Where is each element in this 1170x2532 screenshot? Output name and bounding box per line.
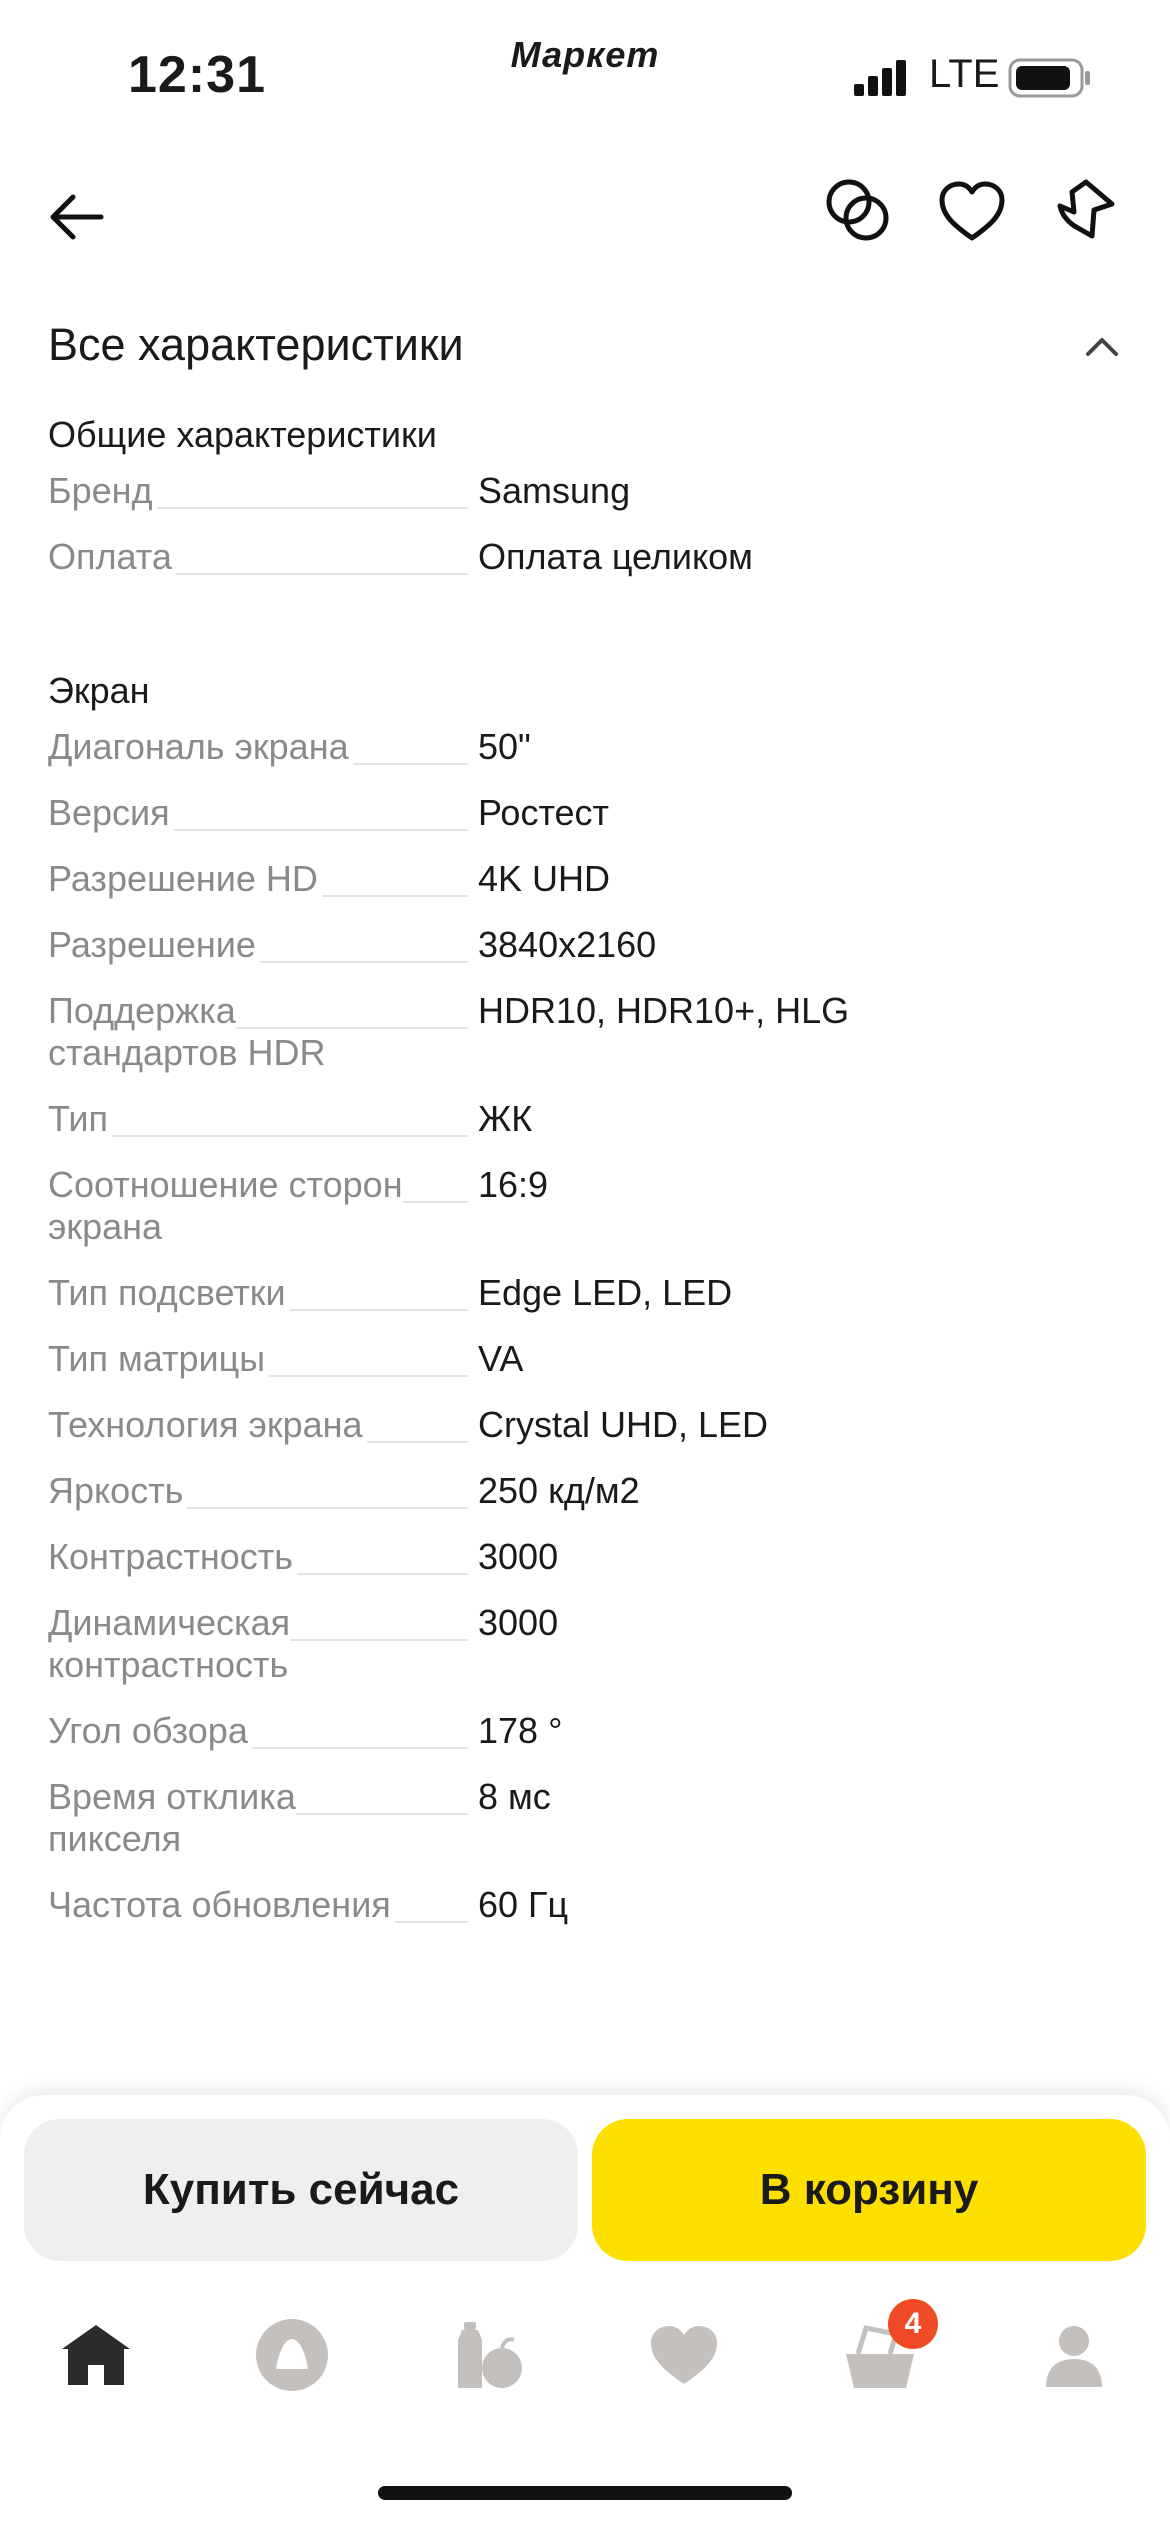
- share-icon[interactable]: [1046, 172, 1122, 248]
- spec-value: 3840x2160: [478, 924, 657, 965]
- back-arrow-icon[interactable]: [40, 180, 114, 254]
- spec-value: 60 Гц: [478, 1884, 569, 1925]
- spec-key: Диагональ экрана: [48, 726, 468, 768]
- product-specs-screen: 12:31 Маркет LTE Все характеристики Общи…: [0, 0, 1170, 2532]
- specs-content: Все характеристики Общие характеристики …: [0, 270, 1170, 2095]
- tab-bar: 4: [0, 2299, 1170, 2415]
- cart-badge: 4: [888, 2299, 938, 2349]
- bottom-action-panel: Купить сейчас В корзину 4: [0, 2095, 1170, 2532]
- spec-value: 16:9: [478, 1164, 549, 1205]
- status-bar: 12:31 Маркет LTE: [0, 0, 1170, 140]
- spec-value: Ростест: [478, 792, 610, 833]
- spec-key: Соотношение сторон экрана: [48, 1164, 403, 1247]
- home-indicator[interactable]: [378, 2486, 792, 2500]
- spec-row: Версия Ростест: [48, 792, 1122, 834]
- tab-cart[interactable]: 4: [830, 2299, 938, 2405]
- favorites-icon: [651, 2326, 717, 2384]
- spec-key: Динамическая контрастность: [48, 1602, 348, 1686]
- spec-value: VA: [478, 1338, 524, 1379]
- group-title: Экран: [48, 670, 150, 711]
- spec-value: 3000: [478, 1536, 559, 1577]
- tab-home[interactable]: [46, 2305, 146, 2405]
- group-title: Общие характеристики: [48, 414, 437, 455]
- spec-group-screen: Экран Диагональ экрана 50" Версия Ростес…: [48, 666, 1122, 1926]
- spec-key: Бренд: [48, 470, 468, 512]
- spec-row: Бренд Samsung: [48, 470, 1122, 512]
- add-to-cart-button[interactable]: В корзину: [592, 2119, 1146, 2261]
- alice-icon: [256, 2319, 328, 2391]
- spec-row: Поддержка стандартов HDR HDR10, HDR10+, …: [48, 990, 1122, 1074]
- spec-value: 178 °: [478, 1710, 563, 1751]
- spec-key: Тип матрицы: [48, 1338, 468, 1380]
- spec-row: Частота обновления 60 Гц: [48, 1884, 1122, 1926]
- spec-row: Диагональ экрана 50": [48, 726, 1122, 768]
- section-title: Все характеристики: [48, 319, 464, 370]
- compare-icon[interactable]: [820, 172, 896, 248]
- spec-row: Соотношение сторон экрана 16:9: [48, 1164, 1122, 1248]
- spec-key: Поддержка стандартов HDR: [48, 990, 348, 1074]
- spec-value: 8 мс: [478, 1776, 551, 1817]
- all-specs-header[interactable]: Все характеристики: [48, 310, 1122, 380]
- spec-group-general: Общие характеристики Бренд Samsung Оплат…: [48, 410, 1122, 578]
- cellular-signal-icon: [854, 60, 906, 96]
- spec-key: Оплата: [48, 536, 468, 578]
- spec-key: Разрешение HD: [48, 858, 468, 900]
- tab-profile[interactable]: [1024, 2305, 1124, 2405]
- buy-now-button[interactable]: Купить сейчас: [24, 2119, 578, 2261]
- spec-value: 50": [478, 726, 531, 767]
- spec-value: HDR10, HDR10+, HLG: [478, 990, 850, 1031]
- spec-key: Контрастность: [48, 1536, 468, 1578]
- spec-key: Разрешение: [48, 924, 468, 966]
- spec-value: ЖК: [478, 1098, 533, 1139]
- tab-catalog[interactable]: [438, 2305, 538, 2405]
- spec-row: Время отклика пикселя 8 мс: [48, 1776, 1122, 1860]
- spec-value: Samsung: [478, 470, 631, 511]
- chevron-up-icon[interactable]: [1082, 328, 1122, 364]
- battery-icon: [1008, 58, 1090, 98]
- profile-icon: [1046, 2326, 1102, 2387]
- spec-key: Технология экрана: [48, 1404, 468, 1446]
- spec-row: Тип матрицы VA: [48, 1338, 1122, 1380]
- tab-alice[interactable]: [242, 2305, 342, 2405]
- home-icon: [62, 2325, 130, 2385]
- spec-value: Оплата целиком: [478, 536, 753, 577]
- spec-value: 3000: [478, 1602, 559, 1643]
- spec-key: Тип подсветки: [48, 1272, 468, 1314]
- spec-row: Тип подсветки Edge LED, LED: [48, 1272, 1122, 1314]
- spec-key: Частота обновления: [48, 1884, 468, 1926]
- spec-key: Версия: [48, 792, 468, 834]
- spec-row: Тип ЖК: [48, 1098, 1122, 1140]
- spec-key: Тип: [48, 1098, 468, 1140]
- favorite-heart-icon[interactable]: [934, 174, 1010, 250]
- spec-row: Оплата Оплата целиком: [48, 536, 1122, 578]
- spec-key: Время отклика пикселя: [48, 1776, 296, 1859]
- spec-key: Яркость: [48, 1470, 468, 1512]
- spec-value: Crystal UHD, LED: [478, 1404, 769, 1445]
- spec-row: Динамическая контрастность 3000: [48, 1602, 1122, 1686]
- navigation-bar: [0, 160, 1170, 270]
- tab-favorites[interactable]: [634, 2305, 734, 2405]
- network-type: LTE: [929, 52, 1000, 96]
- catalog-icon: [458, 2322, 522, 2388]
- spec-row: Контрастность 3000: [48, 1536, 1122, 1578]
- spec-value: Edge LED, LED: [478, 1272, 733, 1313]
- spec-key: Угол обзора: [48, 1710, 468, 1752]
- spec-row: Технология экрана Crystal UHD, LED: [48, 1404, 1122, 1446]
- spec-value: 250 кд/м2: [478, 1470, 640, 1511]
- spec-row: Разрешение HD 4K UHD: [48, 858, 1122, 900]
- spec-row: Угол обзора 178 °: [48, 1710, 1122, 1752]
- spec-value: 4K UHD: [478, 858, 611, 899]
- spec-row: Яркость 250 кд/м2: [48, 1470, 1122, 1512]
- spec-row: Разрешение 3840x2160: [48, 924, 1122, 966]
